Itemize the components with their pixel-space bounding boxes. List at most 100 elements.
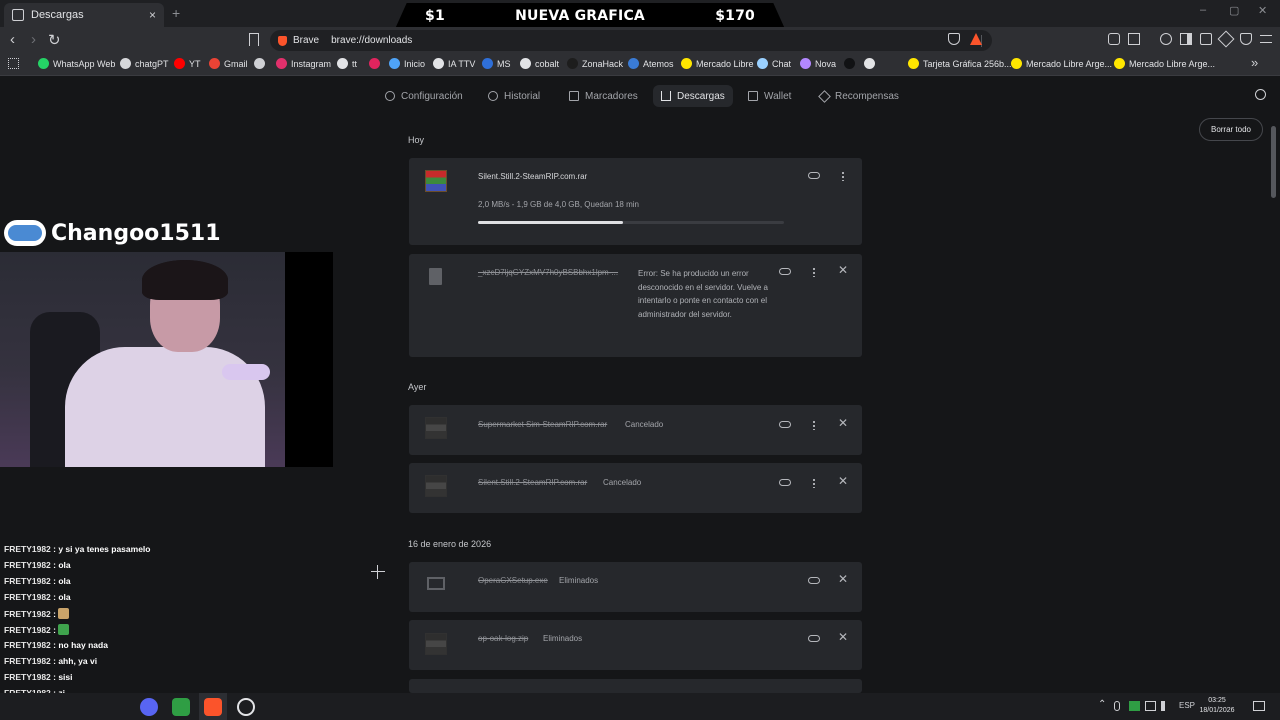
copy-link-icon[interactable] — [808, 577, 820, 584]
sidebar-icon[interactable] — [1180, 33, 1192, 45]
bookmark-item[interactable]: Tarjeta Gráfica 256b... — [908, 58, 1012, 69]
bookmark-icon[interactable] — [249, 33, 259, 46]
bookmark-item[interactable]: Atemos — [628, 58, 674, 69]
obs-taskbar-icon[interactable] — [237, 698, 255, 716]
remove-item-button[interactable]: ✕ — [838, 263, 848, 277]
search-icon[interactable] — [1255, 89, 1266, 100]
download-item[interactable]: Silent.Still.2-SteamRIP.com.rar Cancelad… — [409, 463, 862, 513]
brave-shields-icon[interactable] — [948, 33, 960, 45]
bookmark-item[interactable] — [254, 58, 269, 69]
leo-ai-icon[interactable] — [1217, 30, 1235, 48]
copy-link-icon[interactable] — [779, 268, 791, 275]
nav-history[interactable]: Historial — [480, 85, 548, 107]
copy-link-icon[interactable] — [779, 421, 791, 428]
bookmarks-overflow-button[interactable]: » — [1251, 55, 1258, 70]
file-name[interactable]: Silent.Still.2-SteamRIP.com.rar — [478, 478, 587, 487]
remove-item-button[interactable]: ✕ — [838, 416, 848, 430]
copy-link-icon[interactable] — [808, 635, 820, 642]
bookmark-item[interactable]: chatgPT — [120, 58, 169, 69]
download-item[interactable]: _xzcD7ljqGYZxMV7h0yBSBbhx1lpm-... Error:… — [409, 254, 862, 357]
tray-overflow-button[interactable]: ⌃ — [1098, 699, 1106, 710]
network-icon[interactable] — [1145, 701, 1156, 711]
forward-button[interactable]: › — [31, 31, 36, 48]
bookmark-item[interactable] — [864, 58, 879, 69]
stream-goal-banner: $1 NUEVA GRAFICA $170 — [395, 3, 785, 29]
microphone-icon[interactable] — [1114, 701, 1120, 711]
rar-file-icon — [425, 417, 447, 439]
more-options-icon[interactable] — [813, 267, 815, 277]
copy-link-icon[interactable] — [808, 172, 820, 179]
screenshot-icon[interactable] — [1128, 33, 1140, 45]
new-tab-button[interactable]: + — [172, 5, 180, 21]
site-label: Brave — [293, 35, 320, 46]
apps-grid-icon[interactable] — [8, 58, 19, 69]
url-bar[interactable]: Brave brave://downloads — [270, 30, 992, 51]
back-button[interactable]: ‹ — [10, 31, 15, 48]
volume-icon[interactable] — [1161, 701, 1171, 711]
nav-wallet[interactable]: Wallet — [740, 85, 799, 107]
bookmark-item[interactable]: ZonaHack — [567, 58, 623, 69]
download-item[interactable]: OperaGXSetup.exe Eliminados ✕ — [409, 562, 862, 612]
more-options-icon[interactable] — [842, 171, 844, 181]
file-name[interactable]: Silent.Still.2-SteamRIP.com.rar — [478, 172, 587, 181]
window-close-button[interactable]: ✕ — [1258, 4, 1267, 17]
bookmark-item[interactable]: IA TTV — [433, 58, 475, 69]
input-language[interactable]: ESP — [1179, 701, 1195, 710]
bookmark-label: Chat — [772, 58, 792, 69]
remove-item-button[interactable]: ✕ — [838, 572, 848, 586]
menu-icon[interactable] — [1260, 35, 1272, 43]
bookmark-item[interactable]: Gmail — [209, 58, 248, 69]
copy-link-icon[interactable] — [779, 479, 791, 486]
file-name[interactable]: op-oak-log.zip — [478, 634, 528, 643]
download-status: 2,0 MB/s - 1,9 GB de 4,0 GB, Quedan 18 m… — [478, 200, 639, 209]
bookmark-item[interactable] — [844, 58, 859, 69]
clear-all-button[interactable]: Borrar todo — [1199, 118, 1263, 141]
tab-close-button[interactable]: × — [149, 8, 156, 22]
tab-downloads[interactable]: Descargas × — [4, 3, 164, 27]
bookmark-item[interactable]: Instagram — [276, 58, 331, 69]
discord-taskbar-icon[interactable] — [140, 698, 158, 716]
reload-button[interactable]: ↻ — [48, 31, 61, 49]
bookmark-item[interactable]: cobalt — [520, 58, 559, 69]
file-name[interactable]: Supermarket Sim-SteamRIP.com.rar — [478, 420, 607, 429]
scrollbar[interactable] — [1271, 126, 1276, 198]
notifications-icon[interactable] — [1253, 701, 1265, 711]
bookmark-item[interactable]: Mercado Libre — [681, 58, 754, 69]
bookmark-favicon-icon — [120, 58, 131, 69]
bookmark-item[interactable]: Chat — [757, 58, 791, 69]
file-name[interactable]: OperaGXSetup.exe — [478, 576, 548, 585]
remove-item-button[interactable]: ✕ — [838, 474, 848, 488]
more-options-icon[interactable] — [813, 420, 815, 430]
system-clock[interactable]: 03:25 18/01/2026 — [1196, 696, 1238, 716]
minimize-button[interactable]: – — [1200, 4, 1206, 16]
bookmark-item[interactable]: Mercado Libre Arge... — [1011, 58, 1112, 69]
bookmark-item[interactable]: Mercado Libre Arge... — [1114, 58, 1215, 69]
nav-downloads[interactable]: Descargas — [653, 85, 733, 107]
more-options-icon[interactable] — [813, 478, 815, 488]
nav-rewards[interactable]: Recompensas — [812, 85, 907, 107]
download-item[interactable]: op-oak-log.zip Eliminados ✕ — [409, 620, 862, 670]
download-item[interactable] — [409, 679, 862, 693]
bookmark-item[interactable]: YT — [174, 58, 201, 69]
app-icon[interactable] — [172, 698, 190, 716]
download-item[interactable]: Supermarket Sim-SteamRIP.com.rar Cancela… — [409, 405, 862, 455]
vpn-icon[interactable] — [1240, 33, 1252, 45]
downloads-icon[interactable] — [1160, 33, 1172, 45]
nav-bookmarks[interactable]: Marcadores — [561, 85, 646, 107]
brave-taskbar-icon[interactable] — [204, 698, 222, 716]
bookmark-item[interactable]: WhatsApp Web — [38, 58, 115, 69]
bookmark-item[interactable]: MS — [482, 58, 511, 69]
wallet-icon[interactable] — [1200, 33, 1212, 45]
bookmark-item[interactable]: Nova — [800, 58, 836, 69]
bookmark-item[interactable]: Inicio — [389, 58, 425, 69]
download-item[interactable]: Silent.Still.2-SteamRIP.com.rar 2,0 MB/s… — [409, 158, 862, 245]
tray-app-icon[interactable] — [1129, 701, 1140, 711]
remove-item-button[interactable]: ✕ — [838, 630, 848, 644]
nav-settings[interactable]: Configuración — [377, 85, 471, 107]
url-text[interactable]: brave://downloads — [331, 35, 412, 46]
file-name[interactable]: _xzcD7ljqGYZxMV7h0yBSBbhx1lpm-... — [478, 268, 618, 277]
bookmark-item[interactable]: tt — [337, 58, 357, 69]
bookmark-item[interactable] — [369, 58, 384, 69]
maximize-button[interactable]: ▢ — [1229, 4, 1239, 17]
extensions-icon[interactable] — [1108, 33, 1120, 45]
